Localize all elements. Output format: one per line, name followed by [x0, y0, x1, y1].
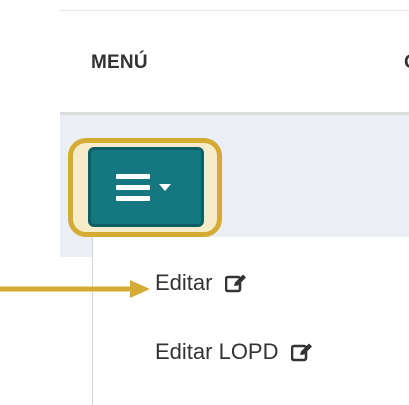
pointer-arrow-annotation	[0, 280, 150, 298]
menu-column-header: MENÚ	[91, 52, 148, 73]
edit-icon	[290, 343, 312, 362]
menu-item-editar[interactable]: Editar	[155, 269, 247, 296]
bars-icon	[116, 174, 150, 202]
menu-item-label: Editar	[155, 270, 213, 296]
table-header: MENÚ C	[60, 18, 409, 112]
menu-item-editar-lopd[interactable]: Editar LOPD	[155, 338, 313, 365]
edit-icon	[224, 274, 246, 293]
caret-down-icon	[159, 184, 171, 191]
next-column-header: C	[404, 52, 409, 74]
menu-item-label: Editar LOPD	[155, 339, 279, 365]
actions-menu-button[interactable]	[88, 147, 204, 227]
actions-dropdown-menu: Editar Editar LOPD	[92, 237, 409, 405]
table-top-border	[60, 10, 409, 11]
